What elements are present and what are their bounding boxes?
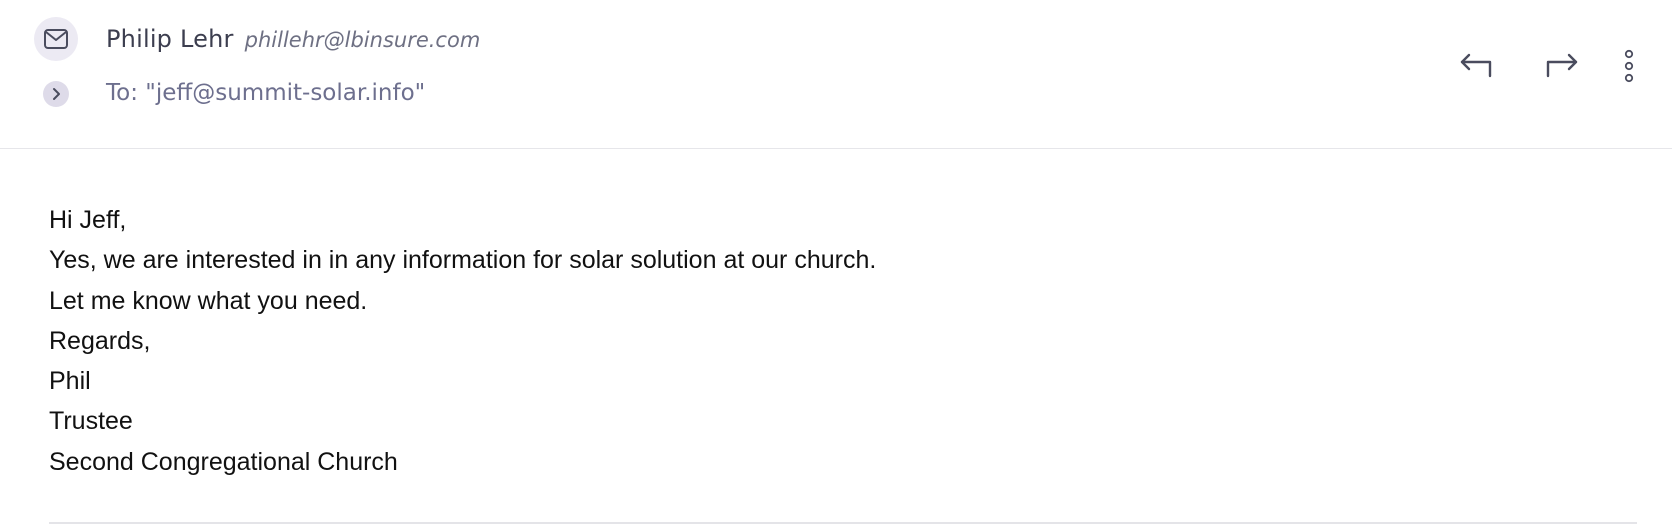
recipient-line: To: "jeff@summit-solar.info" [106, 80, 426, 106]
sender-email: phillehr@lbinsure.com [244, 28, 481, 52]
forward-button[interactable] [1540, 46, 1584, 86]
more-options-button[interactable] [1614, 46, 1644, 86]
body-line-signature-name: Phil [49, 367, 91, 396]
sender-avatar [34, 17, 78, 61]
message-body: Hi Jeff, Yes, we are interested in in an… [49, 200, 876, 482]
more-vertical-icon [1624, 49, 1634, 83]
body-line-request: Let me know what you need. [49, 286, 368, 315]
body-line-closing: Regards, [49, 326, 151, 355]
expand-recipients-button[interactable] [43, 81, 69, 107]
chevron-right-icon [53, 88, 60, 100]
sender-name: Philip Lehr [106, 25, 234, 53]
body-line-greeting: Hi Jeff, [49, 206, 127, 234]
forward-icon [1546, 53, 1578, 78]
mail-icon [44, 29, 68, 49]
body-line-signature-org: Second Congregational Church [49, 447, 398, 476]
reply-icon [1460, 53, 1492, 78]
body-line-signature-title: Trustee [49, 407, 133, 436]
bottom-divider [49, 522, 1637, 524]
message-header: Philip Lehr phillehr@lbinsure.com To: "j… [0, 0, 1672, 149]
reply-button[interactable] [1454, 46, 1498, 86]
body-line-interest: Yes, we are interested in in any informa… [49, 246, 877, 275]
sender-info: Philip Lehr phillehr@lbinsure.com [106, 22, 480, 59]
